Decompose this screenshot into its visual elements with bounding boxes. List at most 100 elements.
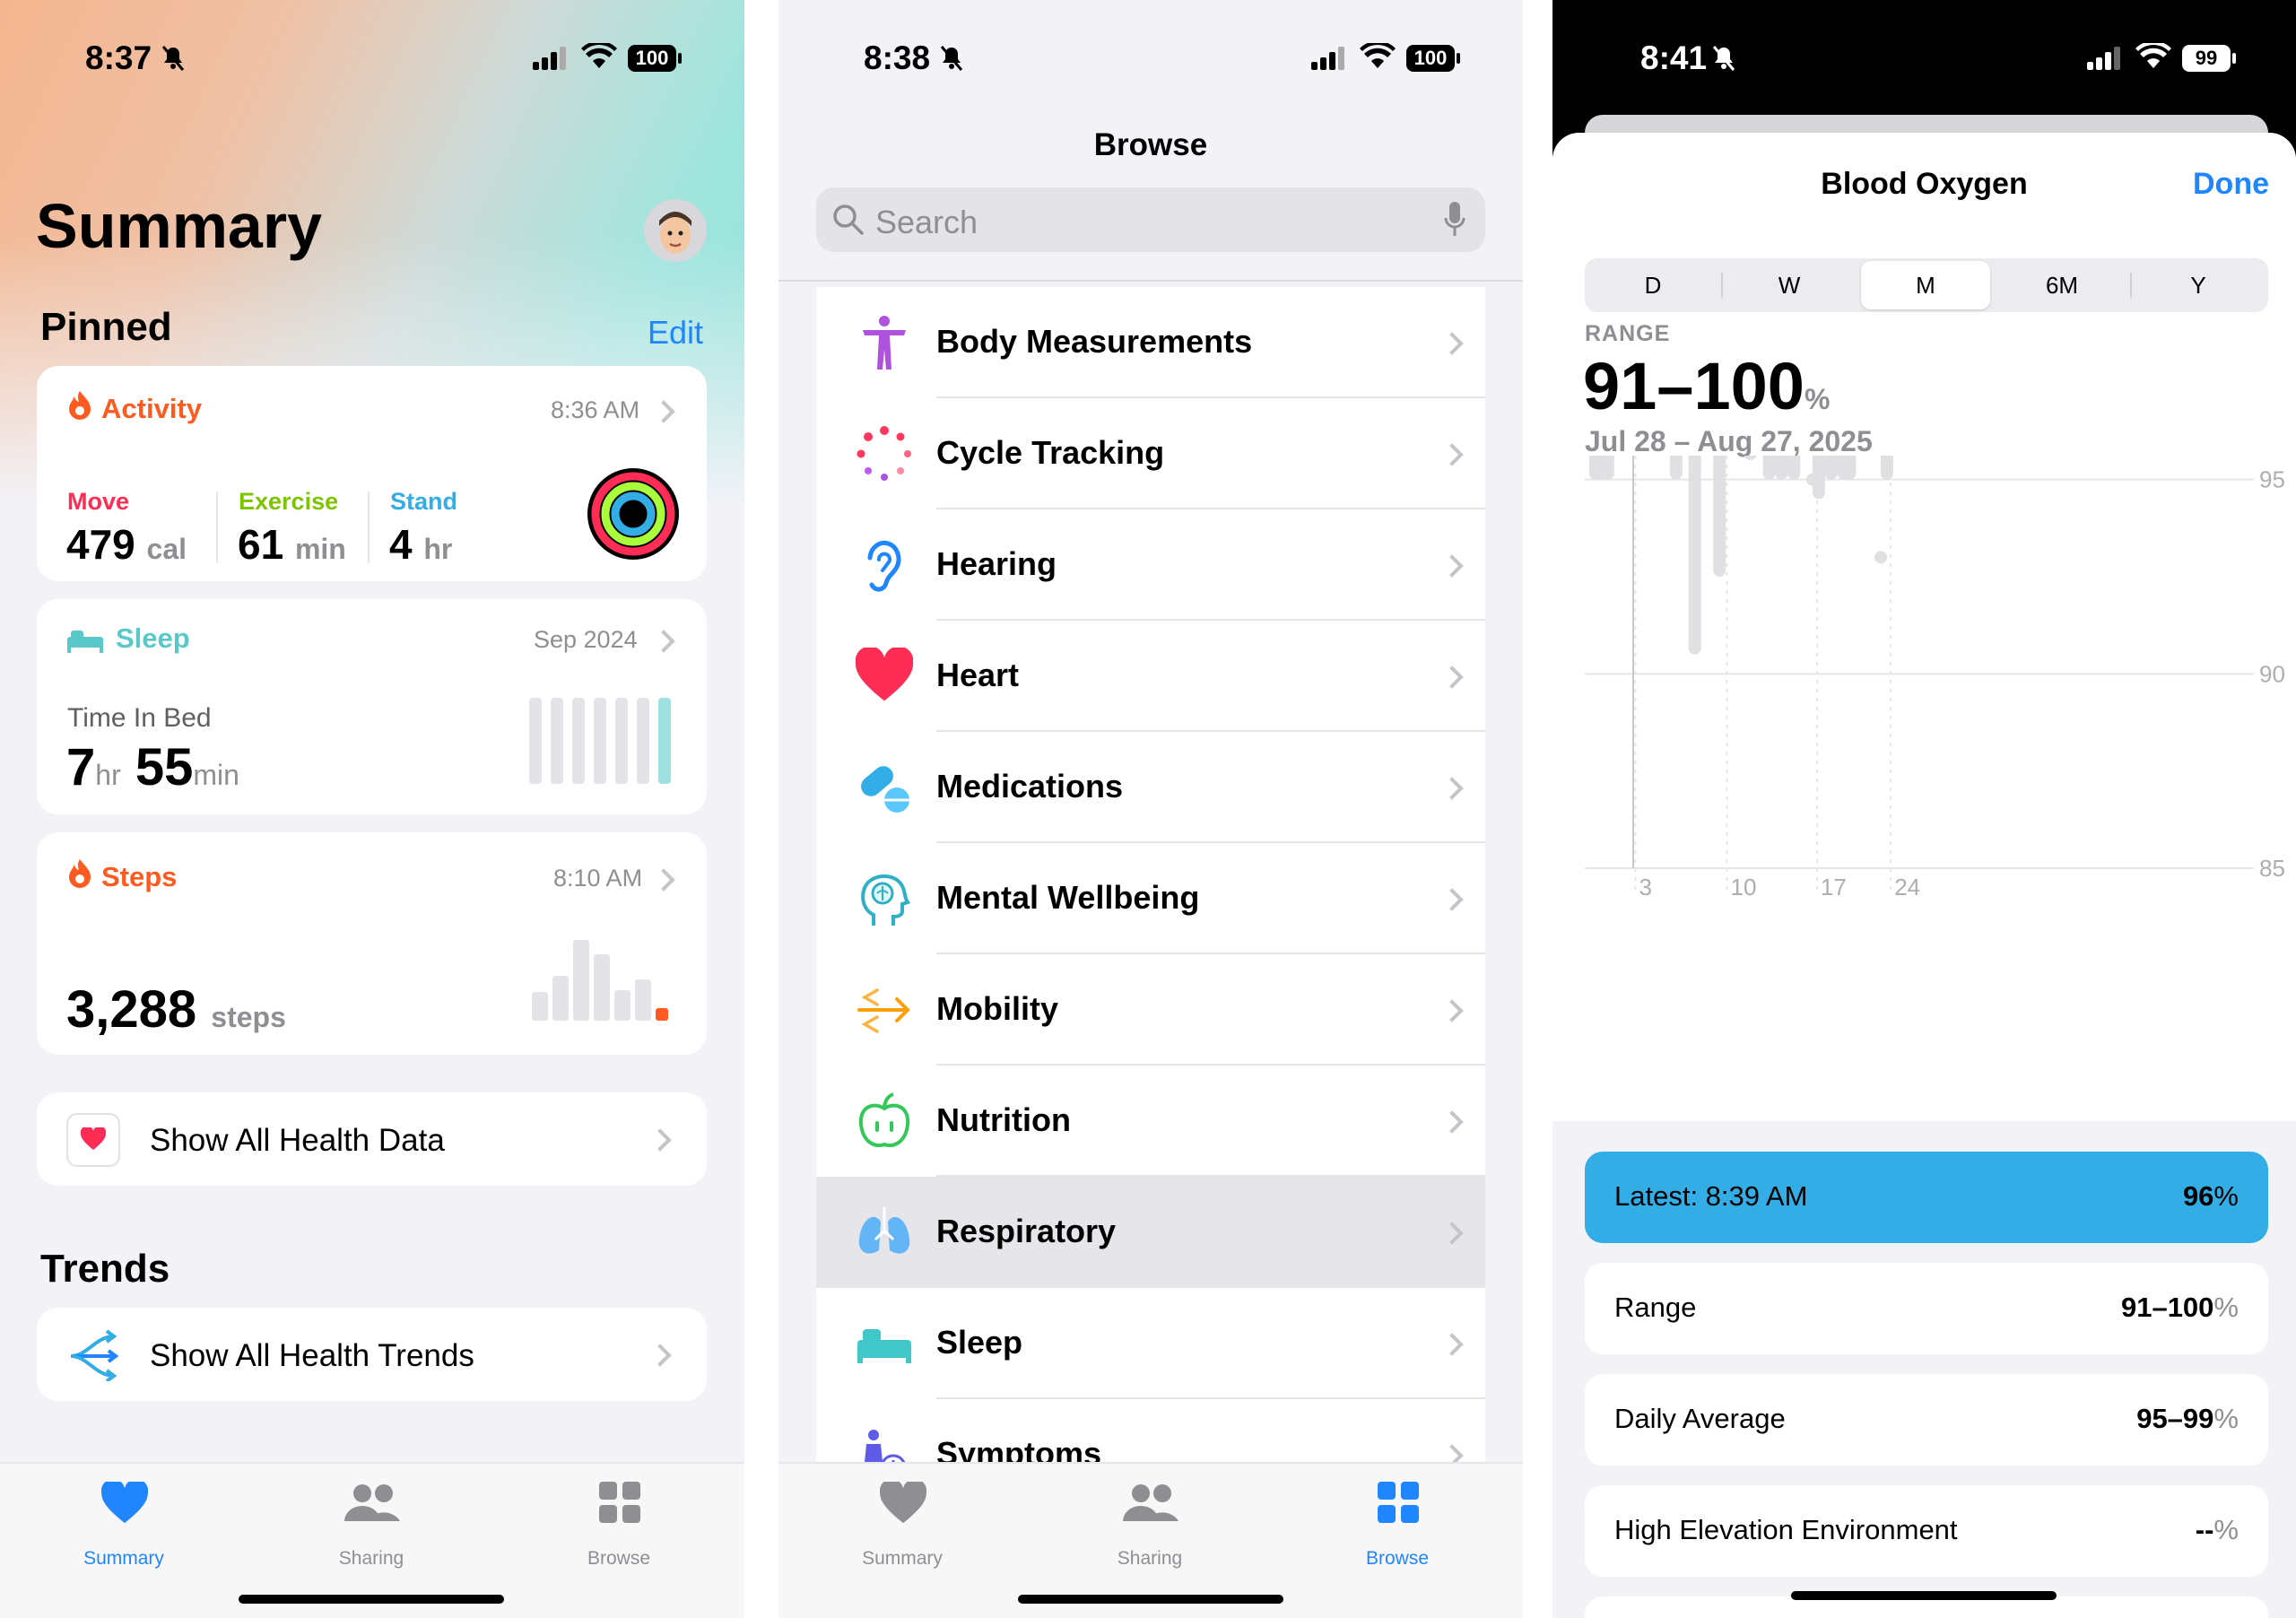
chevron-right-icon bbox=[1440, 332, 1464, 355]
bed-icon bbox=[857, 1329, 911, 1363]
bed-icon bbox=[67, 631, 103, 653]
range-bar bbox=[1787, 456, 1801, 480]
date-range: Jul 28 – Aug 27, 2025 bbox=[1585, 425, 1873, 457]
stand-unit: hr bbox=[423, 533, 453, 565]
heart-icon bbox=[856, 648, 913, 701]
memoji-avatar-icon bbox=[659, 212, 691, 254]
home-indicator[interactable] bbox=[239, 1595, 504, 1604]
category-item-sleep[interactable]: Sleep bbox=[816, 1288, 1485, 1399]
x-tick-label: 10 bbox=[1730, 874, 1756, 900]
activity-rings-icon bbox=[587, 468, 679, 560]
steps-bar bbox=[635, 979, 651, 1021]
steps-time: 8:10 AM bbox=[553, 865, 643, 892]
cellular-signal-icon bbox=[533, 47, 566, 70]
microphone-icon[interactable] bbox=[1444, 202, 1465, 238]
category-item-mental-wellbeing[interactable]: Mental Wellbeing bbox=[816, 843, 1485, 954]
category-item-cycle-tracking[interactable]: Cycle Tracking bbox=[816, 398, 1485, 509]
range-bar bbox=[1824, 456, 1838, 480]
sleep-duration: 7hr 55min bbox=[66, 738, 239, 796]
grid-icon bbox=[599, 1482, 640, 1523]
sleep-bar bbox=[615, 698, 628, 784]
apple-icon bbox=[858, 1092, 910, 1147]
blood-oxygen-screen: 8:41 99 Blood Oxygen Done D W M 6M Y RAN… bbox=[1552, 0, 2296, 1618]
segment-d[interactable]: D bbox=[1585, 258, 1721, 312]
silent-bell-icon bbox=[940, 46, 963, 71]
home-indicator[interactable] bbox=[1018, 1595, 1283, 1604]
edit-button[interactable]: Edit bbox=[648, 314, 703, 352]
tab-summary[interactable]: Summary bbox=[831, 1480, 974, 1570]
segment-m[interactable]: M bbox=[1861, 261, 1990, 309]
segment-6m[interactable]: 6M bbox=[1994, 258, 2130, 312]
time-in-bed-label: Time In Bed bbox=[67, 703, 212, 733]
range-value: 91–100 bbox=[1583, 349, 1805, 423]
chevron-right-icon bbox=[1440, 888, 1464, 911]
battery-icon: 100 bbox=[628, 45, 676, 72]
steps-bar bbox=[614, 990, 631, 1021]
range-bar bbox=[1688, 456, 1701, 655]
category-item-respiratory[interactable]: Respiratory bbox=[816, 1177, 1485, 1288]
sleep-bar bbox=[637, 698, 649, 784]
activity-card[interactable]: Activity 8:36 AM Move 479 cal Exercise 6… bbox=[37, 366, 707, 581]
health-app-icon bbox=[66, 1113, 120, 1167]
range-bar bbox=[1874, 551, 1888, 564]
tab-browse[interactable]: Browse bbox=[547, 1480, 691, 1570]
steps-value: 3,288 bbox=[66, 980, 197, 1039]
category-item-nutrition[interactable]: Nutrition bbox=[816, 1066, 1485, 1177]
sleep-date: Sep 2024 bbox=[534, 626, 638, 653]
daily-average-row[interactable]: Daily Average 95–99% bbox=[1585, 1374, 2268, 1466]
chevron-right-icon bbox=[1440, 999, 1464, 1022]
show-all-health-data-label: Show All Health Data bbox=[150, 1123, 445, 1158]
cycle-tracking-icon bbox=[857, 426, 911, 481]
tab-browse[interactable]: Browse bbox=[1326, 1480, 1469, 1570]
sleep-card[interactable]: Sleep Sep 2024 Time In Bed 7hr 55min bbox=[37, 599, 707, 814]
activity-time: 8:36 AM bbox=[551, 396, 640, 423]
steps-unit: steps bbox=[211, 1001, 286, 1033]
sleep-bar bbox=[551, 698, 563, 784]
status-bar: 8:38 100 bbox=[778, 0, 1523, 117]
show-all-health-trends-label: Show All Health Trends bbox=[150, 1338, 474, 1373]
high-elevation-row[interactable]: High Elevation Environment --% bbox=[1585, 1485, 2268, 1577]
people-icon bbox=[1123, 1484, 1178, 1521]
blood-oxygen-chart[interactable]: 100959085310172496% bbox=[1552, 456, 2296, 1119]
heart-icon bbox=[101, 1482, 148, 1524]
home-indicator[interactable] bbox=[1791, 1591, 2057, 1600]
exercise-label: Exercise bbox=[239, 488, 339, 515]
sheet-title: Blood Oxygen bbox=[1821, 167, 2028, 201]
show-all-health-data-button[interactable]: Show All Health Data bbox=[37, 1092, 707, 1186]
tab-sharing[interactable]: Sharing bbox=[1078, 1480, 1222, 1570]
trends-heading: Trends bbox=[40, 1247, 170, 1291]
page-title: Summary bbox=[36, 191, 323, 261]
segment-w[interactable]: W bbox=[1721, 258, 1857, 312]
search-input[interactable]: Search bbox=[816, 187, 1485, 252]
lungs-icon bbox=[858, 1207, 910, 1254]
category-item-heart[interactable]: Heart bbox=[816, 621, 1485, 732]
steps-card[interactable]: Steps 8:10 AM 3,288 steps bbox=[37, 832, 707, 1055]
exercise-value: 61 bbox=[238, 521, 284, 568]
latest-reading-row[interactable]: Latest: 8:39 AM 96% bbox=[1585, 1152, 2268, 1243]
done-button[interactable]: Done bbox=[2193, 167, 2269, 202]
stand-label: Stand bbox=[390, 488, 458, 515]
show-all-health-trends-button[interactable]: Show All Health Trends bbox=[37, 1308, 707, 1401]
segment-y[interactable]: Y bbox=[2130, 258, 2266, 312]
y-tick-label: 85 bbox=[2259, 855, 2285, 882]
avatar[interactable] bbox=[644, 199, 707, 262]
category-item-body-measurements[interactable]: Body Measurements bbox=[816, 287, 1485, 398]
tab-sharing[interactable]: Sharing bbox=[300, 1480, 443, 1570]
x-tick-label: 24 bbox=[1894, 874, 1920, 900]
search-icon bbox=[833, 204, 864, 235]
body-measurements-icon bbox=[863, 316, 906, 370]
x-tick-label: 17 bbox=[1821, 874, 1847, 900]
range-row[interactable]: Range 91–100% bbox=[1585, 1263, 2268, 1354]
chevron-right-icon bbox=[1440, 777, 1464, 800]
chevron-right-icon bbox=[1440, 1222, 1464, 1245]
category-item-medications[interactable]: Medications bbox=[816, 732, 1485, 843]
sleep-bar bbox=[529, 698, 542, 784]
steps-bar bbox=[552, 976, 569, 1021]
cellular-signal-icon bbox=[2087, 47, 2120, 70]
tab-summary[interactable]: Summary bbox=[52, 1480, 196, 1570]
heart-icon bbox=[880, 1482, 926, 1524]
chevron-right-icon bbox=[1440, 554, 1464, 578]
summary-screen: 8:37 100 Summary Pinned Edit Activity 8:… bbox=[0, 0, 744, 1618]
category-item-hearing[interactable]: Hearing bbox=[816, 509, 1485, 621]
category-item-mobility[interactable]: Mobility bbox=[816, 954, 1485, 1066]
